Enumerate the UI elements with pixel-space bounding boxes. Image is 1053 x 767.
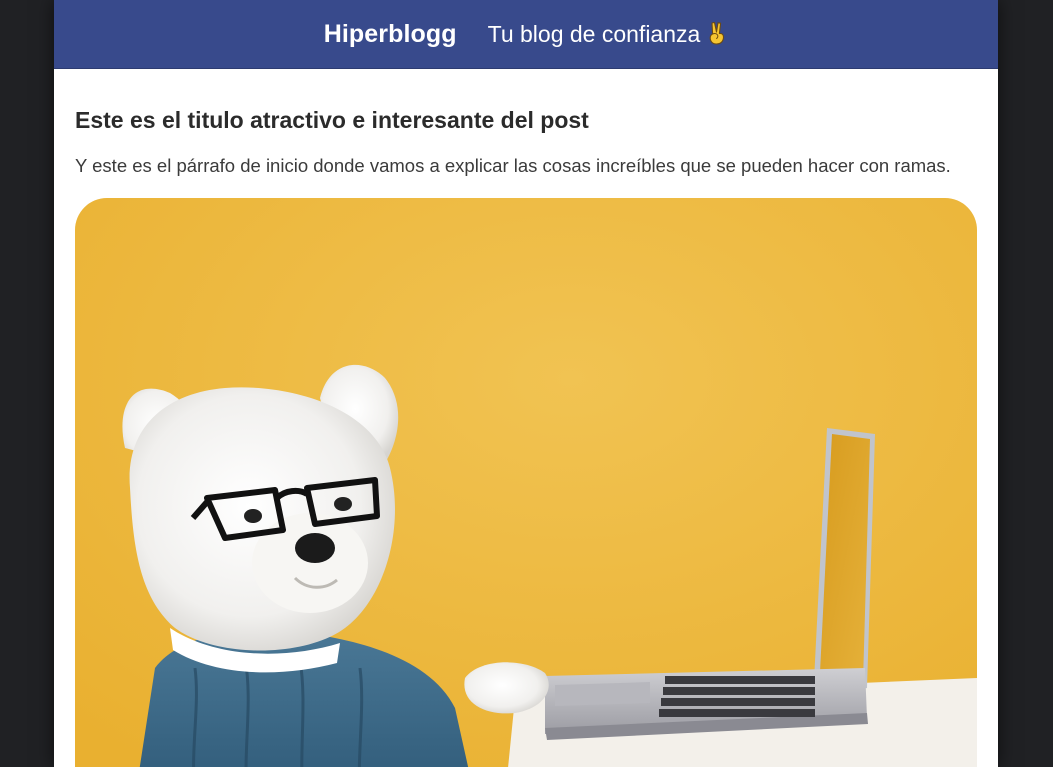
victory-hand-icon — [709, 21, 725, 45]
post-image — [75, 198, 977, 767]
post-title: Este es el titulo atractivo e interesant… — [75, 107, 589, 133]
site-tagline: Tu blog de confianza — [488, 21, 729, 48]
site-title[interactable]: Hiperblogg — [324, 20, 457, 49]
site-header: Hiperblogg Tu blog de confianza — [54, 0, 998, 69]
post-intro: Y este es el párrafo de inicio donde vam… — [75, 155, 951, 176]
post-article: Este es el titulo atractivo e interesant… — [54, 107, 998, 767]
blog-page: Hiperblogg Tu blog de confianza Este es … — [54, 0, 998, 767]
tagline-text: Tu blog de confianza — [487, 20, 701, 47]
